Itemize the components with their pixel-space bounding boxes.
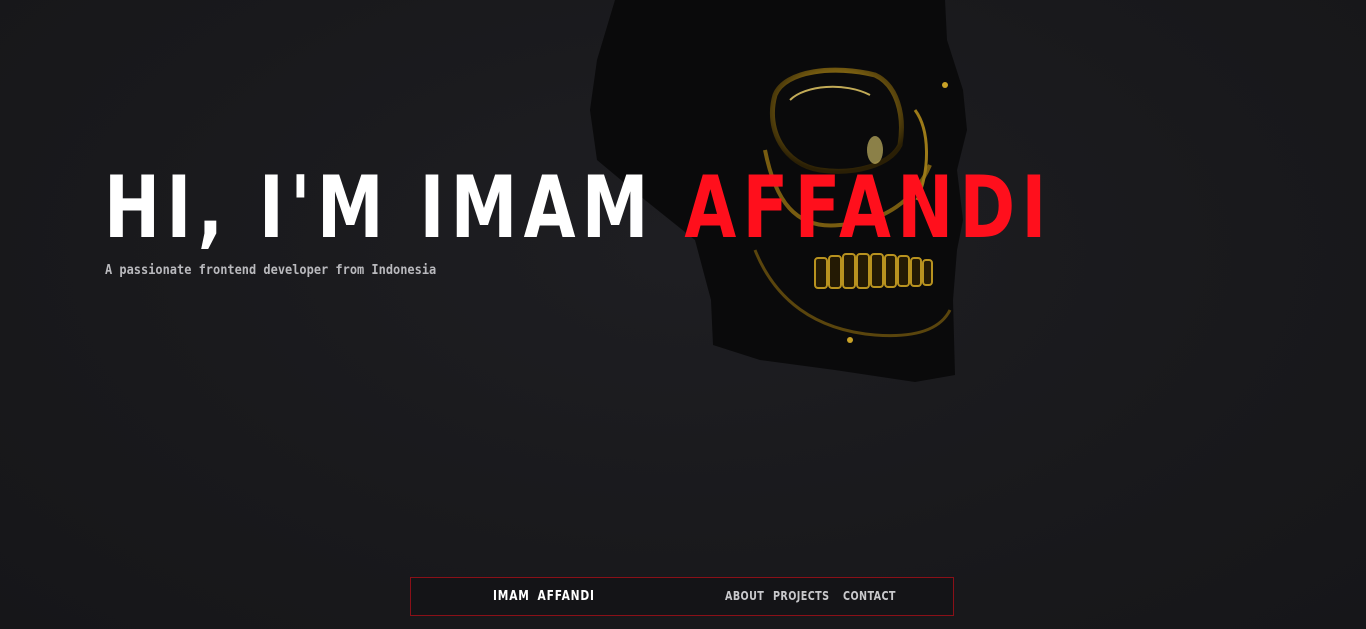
nav-links: ABOUT PROJECTS CONTACT xyxy=(725,589,899,603)
hero-title-main: HI, I'M IMAM xyxy=(104,158,685,258)
hero-title-accent: AFFANDI xyxy=(684,158,1053,258)
nav-link-about[interactable]: ABOUT xyxy=(725,589,764,603)
nav-link-projects[interactable]: PROJECTS xyxy=(773,589,829,603)
hero-subtitle: A passionate frontend developer from Ind… xyxy=(105,263,437,278)
hero-title: HI, I'M IMAM AFFANDI xyxy=(104,160,1053,256)
bottom-navbar: IMAM AFFANDI ABOUT PROJECTS CONTACT xyxy=(410,577,954,616)
nav-link-contact[interactable]: CONTACT xyxy=(843,589,896,603)
brand-link[interactable]: IMAM AFFANDI xyxy=(493,589,595,604)
